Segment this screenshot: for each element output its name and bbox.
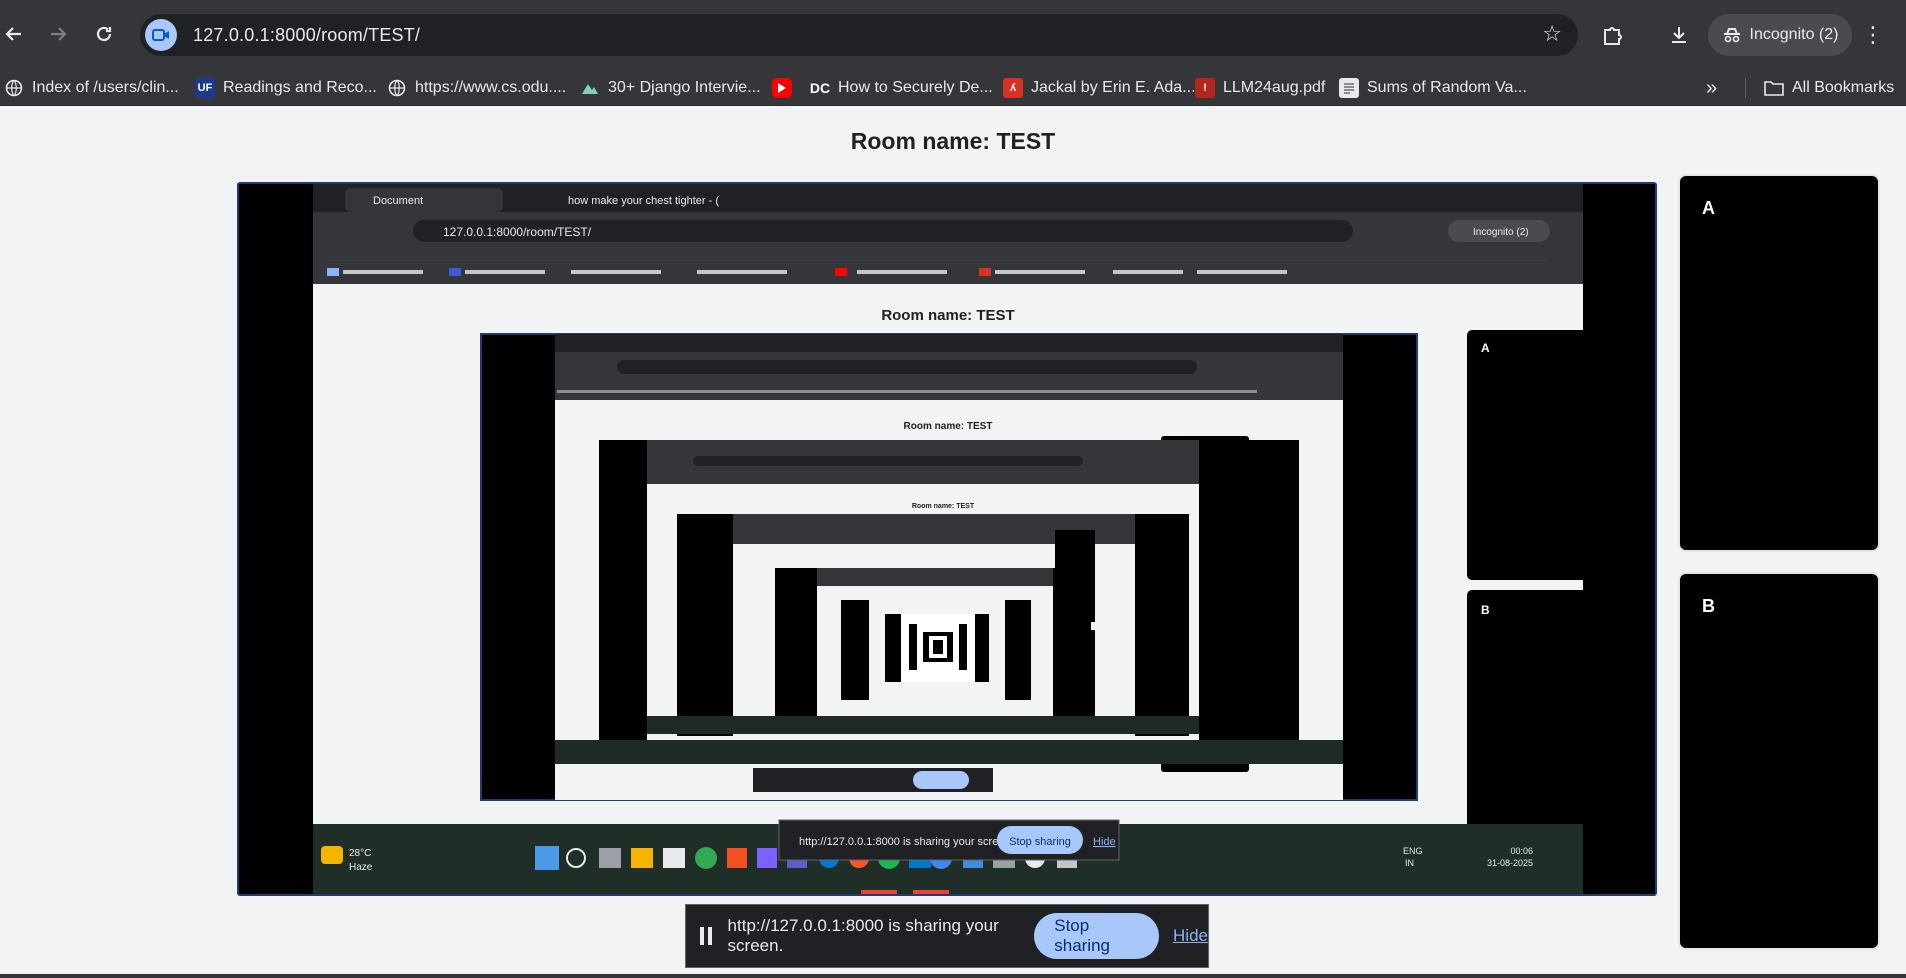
screen-share-video[interactable]: Document how make your chest tighter - (… [237, 182, 1657, 896]
inner-weather-temp: 28°C [349, 848, 371, 859]
svg-text:Room name: TEST: Room name: TEST [912, 503, 975, 510]
bottom-edge [0, 974, 1906, 978]
mountain-icon [580, 78, 600, 98]
pdf-icon: ǃ [1195, 78, 1215, 98]
youtube-icon [772, 78, 792, 98]
bookmark-label: 30+ Django Intervie... [608, 79, 761, 96]
bookmarks-divider [1745, 78, 1746, 98]
reload-button[interactable] [84, 14, 124, 54]
globe-icon [387, 78, 407, 98]
globe-icon [4, 78, 24, 98]
recursive-screen-capture: Document how make your chest tighter - (… [313, 184, 1583, 894]
bookmark-label: Sums of Random Va... [1367, 79, 1527, 96]
bookmark-item[interactable]: 30+ Django Intervie... [580, 70, 761, 106]
forward-arrow-icon [51, 27, 67, 41]
puzzle-icon [1604, 27, 1622, 45]
bookmark-item[interactable]: DC How to Securely De... [810, 70, 993, 106]
hide-link[interactable]: Hide [1173, 926, 1208, 946]
url-text[interactable]: 127.0.0.1:8000/room/TEST/ [193, 25, 420, 46]
inner-card-b-label: B [1481, 603, 1490, 617]
all-bookmarks-button[interactable]: All Bookmarks [1764, 70, 1894, 106]
bookmark-label: Readings and Reco... [223, 79, 377, 96]
browser-toolbar: 127.0.0.1:8000/room/TEST/ ☆ Incognito (2… [0, 0, 1906, 70]
room-title: Room name: TEST [850, 128, 1056, 154]
bookmark-label: Index of /users/clin... [32, 79, 179, 96]
forward-button[interactable] [38, 14, 78, 54]
profile-label: Incognito (2) [1749, 26, 1839, 43]
bookmark-item[interactable]: ǃ LLM24aug.pdf [1195, 70, 1325, 106]
dc-logo-icon: DC [809, 80, 831, 96]
back-button[interactable] [0, 14, 34, 54]
inner-stop-sharing: Stop sharing [1009, 836, 1071, 848]
inner-lang-1: ENG [1403, 846, 1423, 856]
inner-card-a-label: A [1481, 341, 1490, 355]
menu-kebab-icon[interactable]: ⋮ [1862, 16, 1884, 54]
bookmark-label: How to Securely De... [838, 79, 993, 96]
reload-icon [96, 26, 112, 42]
bookmark-star-icon[interactable]: ☆ [1542, 21, 1562, 47]
address-bar[interactable]: 127.0.0.1:8000/room/TEST/ ☆ [140, 14, 1578, 56]
participant-label: A [1702, 198, 1715, 218]
back-arrow-icon [5, 27, 21, 41]
inner-time: 00:06 [1510, 846, 1533, 856]
bookmark-label: LLM24aug.pdf [1223, 79, 1326, 96]
bookmark-item[interactable]: Sums of Random Va... [1339, 70, 1527, 106]
inner-room-title: Room name: TEST [881, 307, 1014, 324]
inner-date: 31-08-2025 [1487, 858, 1533, 868]
more-bookmarks-chevron-icon[interactable]: » [1706, 70, 1717, 106]
inner-hide: Hide [1093, 836, 1116, 848]
folder-icon [1764, 78, 1784, 98]
bookmark-label: Jackal by Erin E. Ada... [1031, 79, 1196, 96]
inner-lang-2: IN [1405, 858, 1414, 868]
screen-share-notification: http://127.0.0.1:8000 is sharing your sc… [685, 904, 1209, 968]
inner-share-message: http://127.0.0.1:8000 is sharing your sc… [799, 836, 1014, 848]
incognito-icon [1723, 28, 1740, 43]
bookmark-item[interactable]: Index of /users/clin... [4, 70, 179, 106]
pause-icon[interactable] [700, 927, 712, 945]
inner-weather-cond: Haze [349, 862, 373, 873]
bookmark-label: https://www.cs.odu.... [415, 79, 567, 96]
downloads-button[interactable] [1658, 14, 1700, 56]
inner-tab-search: how make your chest tighter - ( [568, 195, 719, 207]
download-icon [1672, 27, 1686, 43]
document-icon [1339, 78, 1359, 98]
bookmark-item[interactable]: https://www.cs.odu.... [387, 70, 566, 106]
bookmark-item[interactable]: ʎ Jackal by Erin E. Ada... [1003, 70, 1196, 106]
inner-profile: Incognito (2) [1473, 227, 1529, 238]
participant-card-b[interactable]: B [1678, 572, 1880, 950]
bookmark-item[interactable]: UF Readings and Reco... [195, 70, 377, 106]
uf-logo-icon: UF [195, 78, 215, 98]
participant-card-a[interactable]: A [1678, 174, 1880, 552]
incognito-profile-button[interactable]: Incognito (2) [1708, 14, 1852, 56]
stop-sharing-button[interactable]: Stop sharing [1034, 913, 1160, 959]
share-message: http://127.0.0.1:8000 is sharing your sc… [727, 916, 999, 955]
inner-tab-document: Document [373, 195, 423, 207]
bookmarks-bar: Index of /users/clin... UF Readings and … [0, 70, 1906, 106]
pdf-icon: ʎ [1003, 78, 1023, 98]
camera-site-icon[interactable] [145, 19, 177, 51]
extensions-button[interactable] [1592, 14, 1634, 56]
participant-label: B [1702, 596, 1715, 616]
bookmark-item[interactable] [772, 70, 792, 106]
all-bookmarks-label: All Bookmarks [1792, 79, 1895, 96]
inner-url: 127.0.0.1:8000/room/TEST/ [443, 225, 592, 239]
svg-text:Room name: TEST: Room name: TEST [904, 421, 993, 432]
